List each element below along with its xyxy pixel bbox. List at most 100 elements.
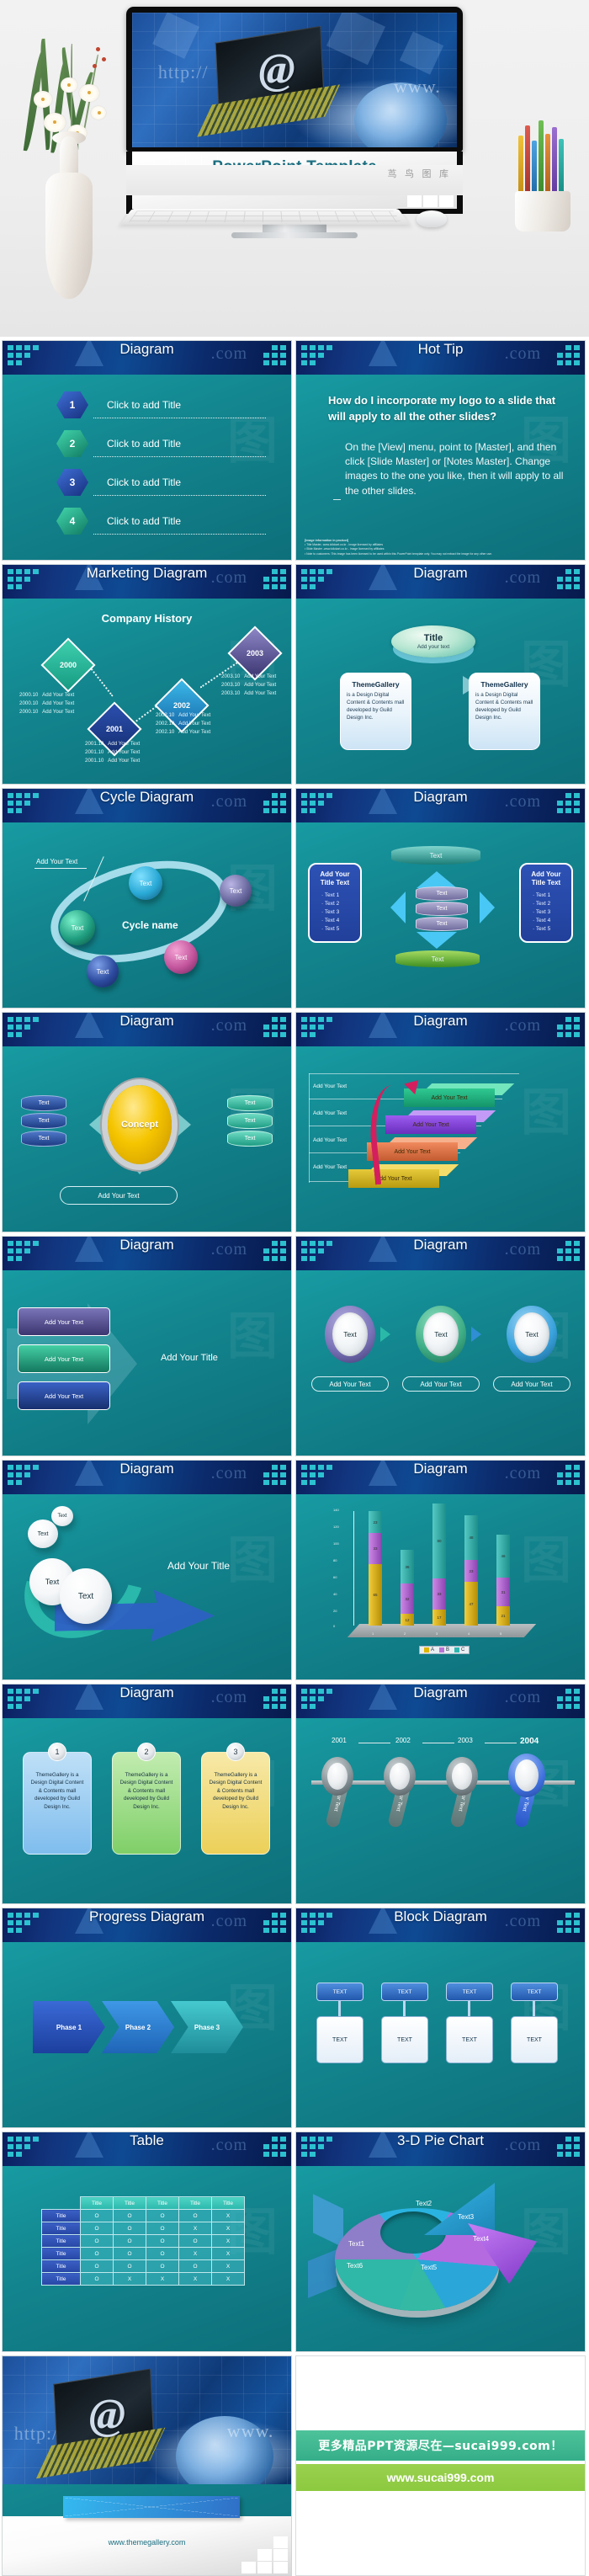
phase-chevron[interactable]: Phase 3 <box>171 2001 243 2053</box>
flow-node[interactable]: Text <box>51 1506 73 1526</box>
chevron-box[interactable]: Add Your Text <box>18 1381 110 1410</box>
disc-top[interactable]: Text <box>391 846 480 865</box>
ring-node[interactable]: Text <box>507 1306 557 1363</box>
slide-body: 图 How do I incorporate my logo to a slid… <box>296 375 585 560</box>
cylinder-segment[interactable]: Text <box>416 902 468 916</box>
key-head[interactable] <box>446 1757 478 1796</box>
list-item[interactable]: 2 Click to add Title <box>3 430 291 457</box>
bar-group[interactable]: 36 32 12 <box>401 1550 414 1626</box>
disc-bottom[interactable]: Text <box>395 950 480 967</box>
table-cell: X <box>211 2209 245 2222</box>
list-item[interactable]: 1 Click to add Title <box>3 391 291 418</box>
flow-node[interactable]: Text <box>28 1520 58 1548</box>
year-text: 2003.10 Add Your Text 2003.10 Add Your T… <box>221 673 277 697</box>
left-info-box[interactable]: Add Your Title Text Text 1 Text 2 Text 3… <box>308 863 362 943</box>
slide-hot-tip[interactable]: .com Hot Tip 图 How do I incorporate my l… <box>295 340 586 561</box>
flow-node[interactable]: Text <box>60 1568 112 1624</box>
slide-marketing-diagram[interactable]: .com Marketing Diagram 图 Company History… <box>2 564 292 785</box>
block-box[interactable]: TEXT <box>446 2016 493 2063</box>
block-top[interactable]: TEXT <box>381 1983 428 2001</box>
slide-cycle-diagram[interactable]: .com Cycle Diagram 图 Add Your Text Text … <box>2 788 292 1009</box>
block-top[interactable]: TEXT <box>316 1983 363 2001</box>
slide-three-rings[interactable]: .com Diagram 图 Text Text Text Add Your T… <box>295 1236 586 1456</box>
slide-chevron-diagram[interactable]: .com Diagram 图 Add Your Text Add Your Te… <box>2 1236 292 1456</box>
top-title-ellipse[interactable]: Title Add your text <box>391 625 475 657</box>
block-top[interactable]: TEXT <box>511 1983 558 2001</box>
numbered-card[interactable]: 3 ThemeGallery is a Design Digital Conte… <box>201 1743 270 1855</box>
key-head[interactable] <box>508 1754 545 1797</box>
slide-title-two-cards[interactable]: .com Diagram 图 Title Add your text Theme… <box>295 564 586 785</box>
block-top[interactable]: TEXT <box>446 1983 493 2001</box>
cycle-node[interactable]: Text <box>87 955 119 987</box>
slide-block-diagram[interactable]: .com Block Diagram 图 TEXT TEXT TEXT TEXT… <box>295 1908 586 2128</box>
bar-group[interactable]: 23 33 65 <box>369 1511 382 1626</box>
ring-caption[interactable]: Add Your Text <box>493 1376 570 1392</box>
info-card[interactable]: ThemeGallery is a Design Digital Content… <box>340 673 411 750</box>
chevron-box[interactable]: Add Your Text <box>18 1307 110 1336</box>
table-row: Title O O O O X <box>41 2259 245 2273</box>
phase-chevron[interactable]: Phase 2 <box>102 2001 174 2053</box>
slide-body: 图 Add Your Text Text Text Text Text Text… <box>3 822 291 1008</box>
key-head[interactable] <box>321 1757 353 1796</box>
slide-table[interactable]: .com Table 图 Title Title Title Title Tit… <box>2 2132 292 2352</box>
info-card[interactable]: ThemeGallery is a Design Digital Content… <box>469 673 540 750</box>
x-tick: 5 <box>500 1631 502 1636</box>
row-header: Title <box>41 2222 81 2235</box>
cylinder-segment[interactable]: Text <box>416 886 468 901</box>
phase-chevron[interactable]: Phase 1 <box>33 2001 105 2053</box>
slide-concept-diagram[interactable]: .com Diagram 图 Text Text Text Text Text … <box>2 1012 292 1232</box>
ring-node[interactable]: Text <box>416 1306 466 1363</box>
chevron-box[interactable]: Add Your Text <box>18 1344 110 1373</box>
slide-title: 3-D Pie Chart <box>397 2132 484 2148</box>
numbered-card[interactable]: 1 ThemeGallery is a Design Digital Conte… <box>23 1743 92 1855</box>
ring-caption[interactable]: Add Your Text <box>402 1376 480 1392</box>
block-box[interactable]: TEXT <box>511 2016 558 2063</box>
right-info-box[interactable]: Add Your Title Text Text 1 Text 2 Text 3… <box>519 863 573 943</box>
card-number-badge: 2 <box>137 1743 156 1761</box>
box-heading: Add Your Title Text <box>531 870 561 886</box>
slide-flow-ovals[interactable]: .com Diagram 图 Text Text Text Text Add Y… <box>2 1460 292 1680</box>
numbered-card[interactable]: 2 ThemeGallery is a Design Digital Conte… <box>112 1743 181 1855</box>
closing-caption: www.themegallery.com <box>3 2496 291 2575</box>
list-item[interactable]: 3 Click to add Title <box>3 469 291 496</box>
cycle-node[interactable]: Text <box>220 875 252 907</box>
cylinder-segment[interactable]: Text <box>416 917 468 931</box>
year-node[interactable]: 2000 <box>40 637 96 693</box>
pie-chart-area: Text1 Text2 Text3 Text4 Text5 Text6 <box>308 2178 564 2343</box>
slide-pie-chart[interactable]: .com 3-D Pie Chart 图 Text1 Text2 Text3 T… <box>295 2132 586 2352</box>
cycle-node[interactable]: Text <box>164 940 198 974</box>
at-symbol-icon: @ <box>258 45 295 94</box>
slide-title: Diagram <box>119 1013 174 1029</box>
concept-circle[interactable]: Concept <box>108 1085 172 1164</box>
cycle-node[interactable]: Text <box>60 910 95 945</box>
bar-group[interactable]: 80 33 17 <box>432 1504 446 1626</box>
block-box[interactable]: TEXT <box>316 2016 363 2063</box>
slide-three-cards[interactable]: .com Diagram 图 1 ThemeGallery is a Desig… <box>2 1684 292 1904</box>
data-table[interactable]: Title Title Title Title Title Title O O … <box>41 2196 245 2286</box>
block-box[interactable]: TEXT <box>381 2016 428 2063</box>
cycle-node[interactable]: Text <box>129 866 162 900</box>
left-db-stack[interactable]: Text Text Text <box>21 1095 66 1148</box>
slide-timeline-keys[interactable]: .com Diagram 图 2001 2002 2003 2004 Your … <box>295 1684 586 1904</box>
key-head[interactable] <box>384 1757 416 1796</box>
step-label: Click to add Title <box>93 515 267 535</box>
slide-bar-chart[interactable]: .com Diagram 图 140 120 100 80 60 40 20 0… <box>295 1460 586 1680</box>
ring-node[interactable]: Text <box>325 1306 375 1363</box>
table-cell: O <box>146 2259 179 2273</box>
right-db-stack[interactable]: Text Text Text <box>227 1095 273 1148</box>
table-cell: O <box>146 2222 179 2235</box>
slide-diagram-numbered[interactable]: .com Diagram 图 1 Click to add Title 2 Cl… <box>2 340 292 561</box>
list-item[interactable]: 4 Click to add Title <box>3 508 291 535</box>
slide-title: Hot Tip <box>417 341 464 357</box>
add-text-pill[interactable]: Add Your Text <box>60 1186 178 1205</box>
slide-progress-diagram[interactable]: .com Progress Diagram 图 Phase 1 Phase 2 … <box>2 1908 292 2128</box>
slide-title: Diagram <box>413 789 468 805</box>
card-body: is a Design Digital Content & Contents m… <box>347 692 405 721</box>
ring-caption[interactable]: Add Your Text <box>311 1376 389 1392</box>
slide-stairs-diagram[interactable]: .com Diagram 图 Add Your Text Add Your Te… <box>295 1012 586 1232</box>
card-number-badge: 3 <box>226 1743 245 1761</box>
bar-group[interactable]: 48 23 47 <box>464 1515 478 1626</box>
bar-group[interactable]: 46 31 21 <box>496 1535 510 1626</box>
promo-lime-banner: www.sucai999.com <box>296 2464 585 2491</box>
slide-cylinder-diagram[interactable]: .com Diagram 图 Text Text Text Text Text … <box>295 788 586 1009</box>
